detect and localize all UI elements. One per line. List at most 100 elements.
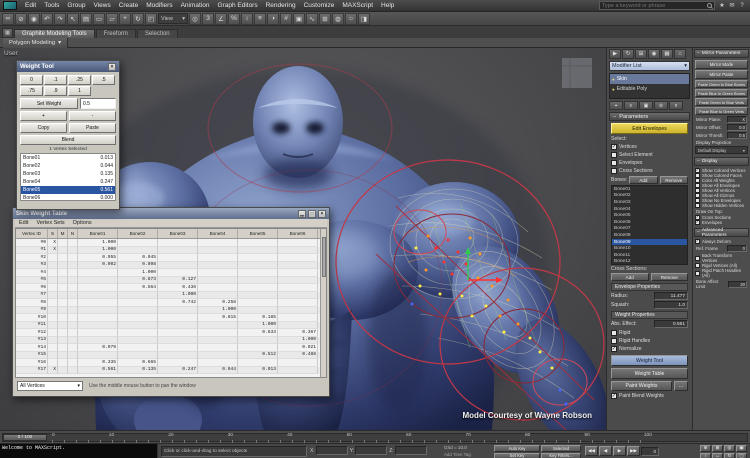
parameters-rollout-header[interactable]: −Parameters [609, 112, 690, 121]
mirror-plane-dropdown[interactable]: X [727, 116, 747, 123]
weight-cell[interactable] [78, 277, 118, 285]
coordinate-field[interactable] [395, 446, 427, 455]
maxscript-mini-listener[interactable]: Welcome to MAXScript. [0, 444, 158, 458]
weight-cell[interactable] [198, 352, 238, 360]
Bone05[interactable]: Bone050.561 [21, 186, 115, 194]
Bone01[interactable]: Bone010.013 [21, 154, 115, 162]
weight-cell[interactable]: 1.000 [78, 247, 118, 255]
pan-icon[interactable]: ↔ [712, 453, 723, 458]
modifier-list-dropdown[interactable]: Modifier List▾ [609, 61, 690, 71]
unlink-selection-icon[interactable]: ⊘ [15, 13, 27, 25]
weight-cell[interactable] [58, 367, 68, 375]
weight-cell[interactable] [118, 307, 158, 315]
select-and-rotate-icon[interactable]: ↻ [132, 13, 144, 25]
menu-item[interactable]: Edit [19, 220, 28, 226]
vertex-id-cell[interactable]: #9 [16, 307, 48, 315]
weight-cell[interactable] [48, 299, 58, 307]
weight-cell[interactable] [48, 262, 58, 270]
weight-cell[interactable] [278, 239, 318, 247]
motion-tab-icon[interactable]: ◉ [648, 49, 660, 59]
weight-cell[interactable] [198, 344, 238, 352]
select-checkbox[interactable]: Vertices [609, 143, 690, 151]
coordinate-field[interactable] [316, 446, 348, 455]
named-selection-sets-icon[interactable]: ≡ [254, 13, 266, 25]
bone-list-item[interactable]: Bone12 [612, 259, 687, 265]
visibility-bulb-icon[interactable]: ● [612, 87, 615, 92]
weight-cell[interactable]: 0.742 [158, 299, 198, 307]
weight-properties-header[interactable]: Weight Properties [611, 311, 688, 319]
weight-cell[interactable] [278, 269, 318, 277]
quick-weight-button[interactable]: .1 [44, 75, 67, 85]
vertex-id-cell[interactable]: #7 [16, 292, 48, 300]
abs-effect-field[interactable]: 0.561 [654, 320, 688, 328]
weight-cell[interactable] [48, 344, 58, 352]
auto-key-button[interactable]: Auto Key [494, 445, 540, 452]
weight-cell[interactable] [158, 344, 198, 352]
weight-cell[interactable] [118, 292, 158, 300]
advanced-checkbox[interactable]: Back Transform Vertices [694, 253, 749, 263]
weight-cell[interactable]: 0.564 [118, 284, 158, 292]
weight-cell[interactable] [78, 329, 118, 337]
weight-cell[interactable] [58, 299, 68, 307]
weight-cell[interactable]: 1.000 [198, 307, 238, 315]
blend-button[interactable]: Blend [20, 135, 116, 145]
column-header[interactable]: M [58, 229, 68, 238]
weight-cell[interactable] [198, 329, 238, 337]
weight-cell[interactable] [68, 292, 78, 300]
bone-list-item[interactable]: Bone09 [612, 239, 687, 246]
column-header[interactable]: Vertex ID [16, 229, 48, 238]
weight-cell[interactable] [78, 322, 118, 330]
select-object-icon[interactable]: ↖ [67, 13, 79, 25]
weight-cell[interactable] [68, 269, 78, 277]
weight-cell[interactable]: 0.561 [78, 367, 118, 375]
advanced-parameters-header[interactable]: −Advanced Parameters [694, 228, 749, 237]
weight-cell[interactable] [158, 337, 198, 345]
weight-cell[interactable] [118, 322, 158, 330]
edit-envelopes-button[interactable]: Edit Envelopes [611, 123, 688, 134]
weight-cell[interactable] [48, 254, 58, 262]
remove-cross-section-button[interactable]: Remove [651, 273, 689, 281]
weight-cell[interactable] [278, 307, 318, 315]
weight-cell[interactable] [158, 329, 198, 337]
squash-field[interactable]: 1.0 [654, 301, 688, 309]
weight-cell[interactable] [48, 269, 58, 277]
menu-item[interactable]: Animation [177, 2, 214, 9]
weight-cell[interactable] [238, 299, 278, 307]
weight-cell[interactable] [58, 344, 68, 352]
play-icon[interactable]: ▶ [613, 446, 626, 456]
weight-cell[interactable] [118, 344, 158, 352]
weight-cell[interactable] [198, 254, 238, 262]
weight-cell[interactable] [158, 359, 198, 367]
maximize-icon[interactable]: □ [308, 210, 316, 218]
select-checkbox[interactable]: Cross Sections [609, 167, 690, 175]
set-key-button[interactable]: Set Key [494, 453, 540, 458]
column-header[interactable]: Bone01 [78, 229, 118, 238]
weight-cell[interactable] [68, 307, 78, 315]
weight-cell[interactable]: 0.488 [278, 352, 318, 360]
select-and-link-icon[interactable]: ∞ [2, 13, 14, 25]
modify-tab-icon[interactable]: ↻ [622, 49, 634, 59]
weight-cell[interactable]: 1.000 [238, 322, 278, 330]
bone-list-item[interactable]: Bone07 [612, 226, 687, 233]
mirror-paste-option-button[interactable]: Paste Blue to Green Bones [695, 89, 748, 97]
weight-cell[interactable] [238, 239, 278, 247]
weight-cell[interactable] [78, 314, 118, 322]
weight-cell[interactable] [198, 322, 238, 330]
weight-cell[interactable] [238, 277, 278, 285]
display-tab-icon[interactable]: ▦ [661, 49, 673, 59]
weight-cell[interactable] [68, 239, 78, 247]
Bone02[interactable]: Bone020.044 [21, 162, 115, 170]
weight-cell[interactable] [48, 352, 58, 360]
weight-cell[interactable] [68, 359, 78, 367]
weight-cell[interactable] [48, 292, 58, 300]
weight-cell[interactable]: X [48, 367, 58, 375]
radius-field[interactable]: 11.477 [654, 292, 688, 300]
weight-cell[interactable]: 0.955 [78, 254, 118, 262]
weight-cell[interactable]: 0.815 [198, 314, 238, 322]
weight-cell[interactable] [158, 269, 198, 277]
bone-list-item[interactable]: Bone11 [612, 252, 687, 259]
weight-cell[interactable] [198, 262, 238, 270]
menu-item[interactable]: Group [63, 2, 89, 9]
weight-cell[interactable]: 1.000 [158, 292, 198, 300]
weight-cell[interactable] [158, 314, 198, 322]
